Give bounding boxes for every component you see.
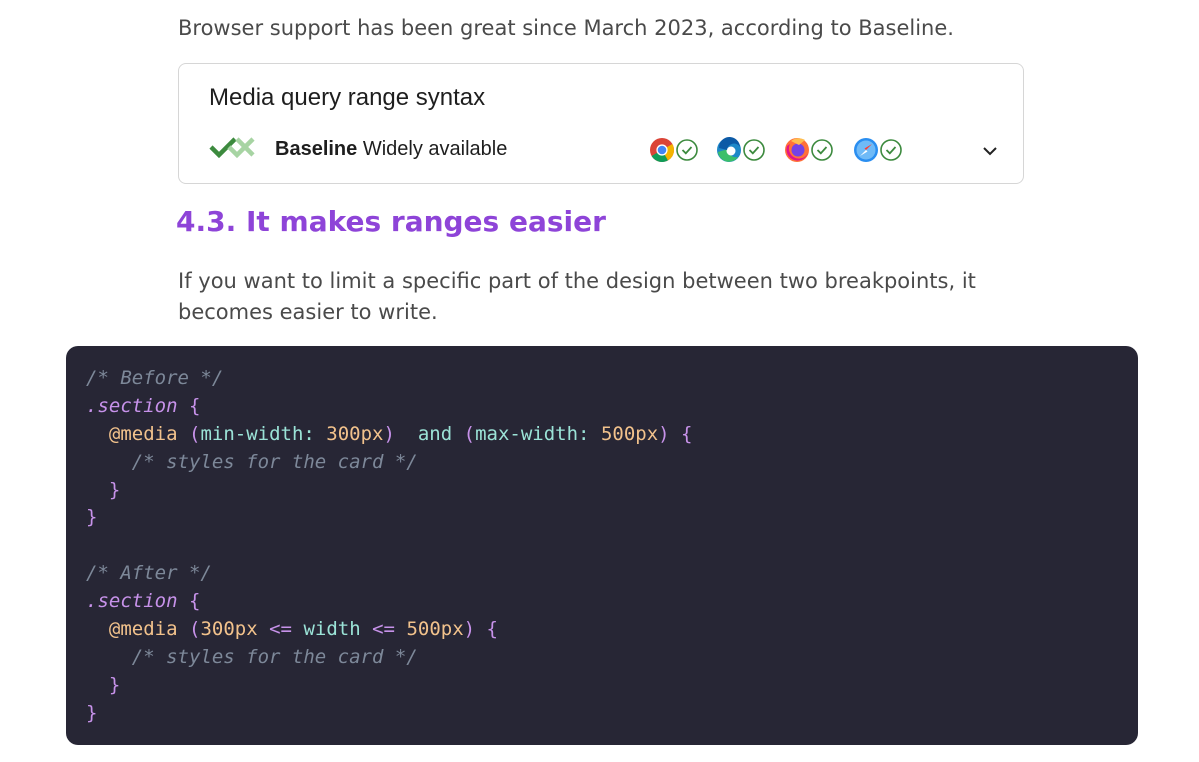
code-line: } bbox=[86, 477, 1138, 505]
code-brace: { bbox=[188, 590, 201, 613]
code-selector: .section bbox=[86, 590, 178, 613]
code-comment: /* After */ bbox=[86, 562, 212, 585]
code-line: @media (300px <= width <= 500px) { bbox=[108, 618, 498, 641]
code-comment: /* styles for the card */ bbox=[131, 450, 418, 473]
baseline-card[interactable]: Media query range syntax Baseline Widely… bbox=[178, 63, 1024, 184]
code-line: @media (min-width: 300px) and (max-width… bbox=[108, 422, 693, 445]
code-comment: /* Before */ bbox=[86, 367, 224, 389]
code-brace: { bbox=[486, 618, 498, 641]
baseline-status-strong: Baseline bbox=[275, 138, 358, 160]
code-brace: { bbox=[188, 394, 201, 417]
code-selector: .section bbox=[86, 394, 178, 417]
code-number: 500px bbox=[406, 618, 464, 641]
intro-text: Browser support has been great since Mar… bbox=[178, 16, 954, 40]
section-heading: 4.3. It makes ranges easier bbox=[176, 205, 606, 238]
code-line: .section { bbox=[86, 393, 1138, 421]
card-title: Media query range syntax bbox=[209, 84, 486, 111]
chrome-icon bbox=[650, 138, 698, 163]
code-property: max-width bbox=[475, 422, 579, 445]
code-number: 300px bbox=[200, 618, 258, 641]
code-number: 300px bbox=[326, 422, 384, 445]
code-at-rule: @media bbox=[108, 422, 178, 445]
code-comment: /* styles for the card */ bbox=[131, 645, 418, 668]
firefox-icon bbox=[785, 138, 833, 162]
body-paragraph: If you want to limit a specific part of … bbox=[178, 269, 976, 324]
code-line: .section { bbox=[86, 588, 1138, 616]
code-line: } bbox=[86, 672, 1138, 700]
code-line: } bbox=[86, 700, 1138, 728]
code-operator: <= bbox=[372, 618, 395, 641]
code-brace: } bbox=[108, 478, 121, 501]
code-line: /* styles for the card */ bbox=[86, 644, 1138, 672]
code-property: min-width bbox=[200, 422, 304, 445]
baseline-status-text: Widely available bbox=[357, 138, 508, 160]
chevron-down-icon[interactable] bbox=[981, 142, 999, 160]
code-line: /* Before */ bbox=[86, 365, 1138, 393]
safari-icon bbox=[854, 138, 902, 162]
baseline-check-icon bbox=[209, 137, 255, 159]
code-brace: } bbox=[86, 701, 98, 724]
code-property: width bbox=[303, 618, 361, 641]
code-number: 500px bbox=[600, 422, 659, 445]
code-operator: <= bbox=[269, 618, 292, 641]
code-line: /* styles for the card */ bbox=[86, 449, 1138, 477]
edge-icon bbox=[717, 137, 765, 162]
code-line: } bbox=[86, 504, 1138, 532]
code-block[interactable]: /* Before */ .section { @media (min-width… bbox=[66, 346, 1138, 745]
code-keyword: and bbox=[417, 422, 453, 445]
code-brace: { bbox=[681, 422, 693, 445]
code-at-rule: @media bbox=[108, 618, 178, 641]
baseline-status: Baseline Widely available bbox=[275, 138, 507, 161]
code-brace: } bbox=[86, 506, 98, 529]
code-brace: } bbox=[108, 673, 121, 696]
code-line: /* After */ bbox=[86, 560, 1138, 588]
